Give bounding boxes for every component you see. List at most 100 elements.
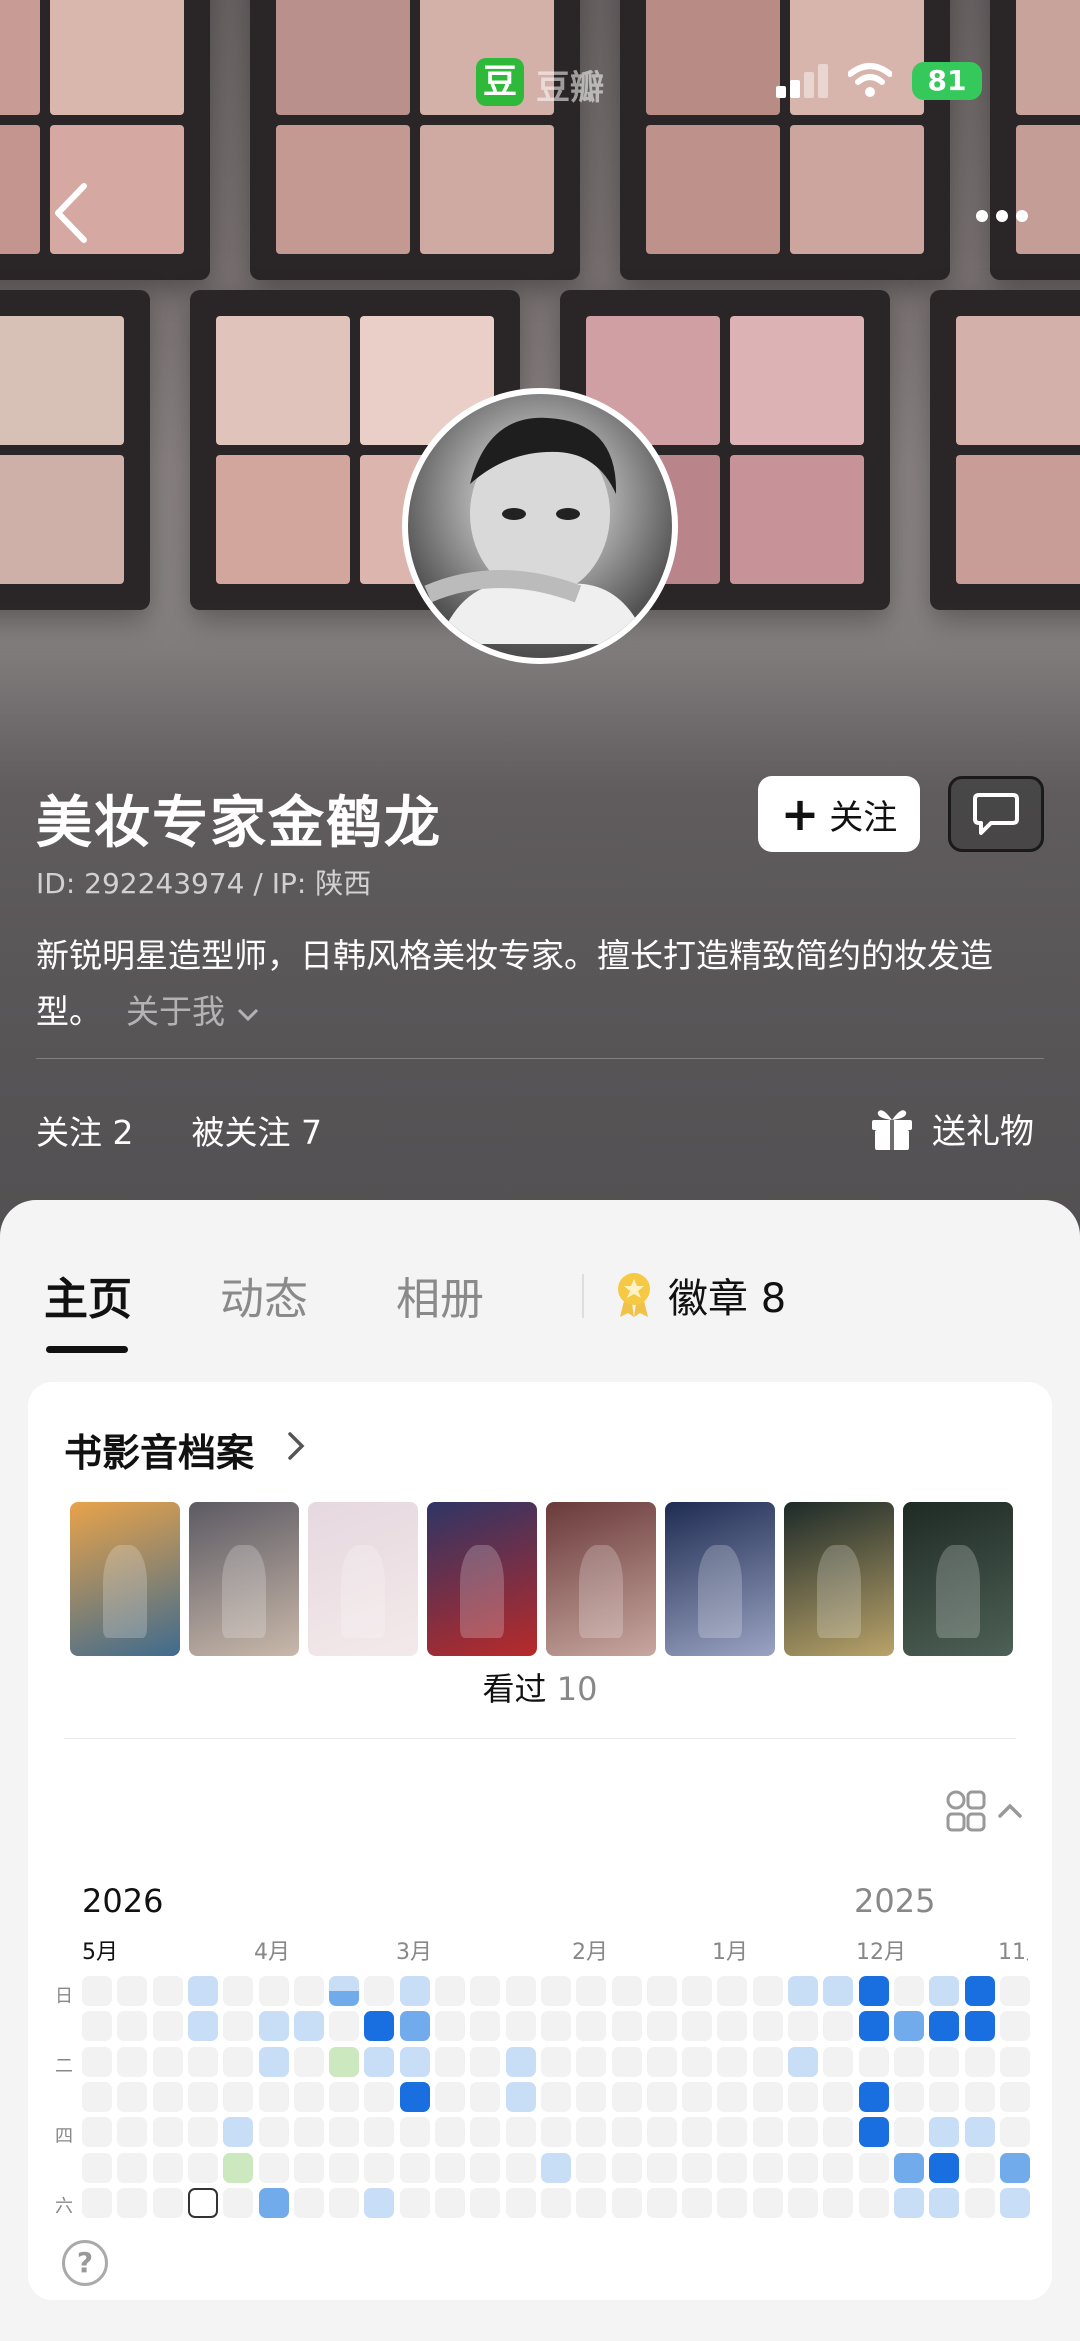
heatmap-cell[interactable] (364, 2046, 395, 2077)
archive-title[interactable]: 书影音档案 (64, 1422, 254, 1477)
heatmap-cell[interactable] (187, 1976, 218, 2006)
heatmap-cell[interactable] (893, 2187, 924, 2218)
heatmap-cell[interactable] (223, 2187, 254, 2218)
movie-poster[interactable] (665, 1502, 775, 1656)
heatmap-cell[interactable] (82, 2011, 112, 2042)
heatmap-cell[interactable] (611, 1976, 642, 2006)
heatmap-cell[interactable] (964, 2011, 995, 2042)
heatmap-cell[interactable] (329, 1976, 360, 2006)
heatmap-cell[interactable] (435, 2152, 465, 2183)
tab-badges[interactable]: 徽章 8 (614, 1266, 786, 1324)
heatmap-cell[interactable] (929, 2081, 960, 2112)
heatmap-cell[interactable] (576, 2152, 607, 2183)
heatmap-cell[interactable] (964, 1976, 995, 2006)
heatmap-cell[interactable] (258, 2011, 289, 2042)
heatmap-cell[interactable] (187, 2187, 218, 2218)
heatmap-cell[interactable] (717, 2187, 748, 2218)
heatmap-cell[interactable] (823, 2046, 854, 2077)
heatmap-cell[interactable] (399, 2011, 430, 2042)
heatmap-cell[interactable] (364, 2081, 395, 2112)
heatmap-cell[interactable] (999, 2011, 1030, 2042)
tab-home[interactable]: 主页 (44, 1263, 132, 1327)
heatmap-cell[interactable] (717, 1976, 748, 2006)
heatmap-cell[interactable] (435, 1976, 465, 2006)
heatmap-cell[interactable] (82, 2081, 112, 2112)
heatmap-cell[interactable] (576, 2011, 607, 2042)
heatmap-cell[interactable] (152, 1976, 183, 2006)
heatmap-cell[interactable] (117, 1976, 148, 2006)
heatmap-cell[interactable] (611, 2117, 642, 2148)
heatmap-cell[interactable] (682, 2187, 713, 2218)
heatmap-cell[interactable] (611, 2011, 642, 2042)
heatmap-cell[interactable] (364, 2152, 395, 2183)
heatmap-cell[interactable] (576, 2187, 607, 2218)
heatmap-cell[interactable] (223, 2046, 254, 2077)
heatmap-cell[interactable] (611, 2046, 642, 2077)
heatmap-cell[interactable] (470, 2081, 501, 2112)
heatmap-cell[interactable] (399, 2046, 430, 2077)
heatmap-cell[interactable] (999, 2187, 1030, 2218)
heatmap-cell[interactable] (929, 1976, 960, 2006)
heatmap-cell[interactable] (505, 2152, 536, 2183)
heatmap-cell[interactable] (858, 2152, 889, 2183)
heatmap-cell[interactable] (893, 2152, 924, 2183)
heatmap-cell[interactable] (646, 2011, 677, 2042)
heatmap-cell[interactable] (223, 2011, 254, 2042)
heatmap-cell[interactable] (82, 2152, 112, 2183)
heatmap-cell[interactable] (223, 2152, 254, 2183)
heatmap-cell[interactable] (752, 2187, 783, 2218)
heatmap-cell[interactable] (752, 2152, 783, 2183)
heatmap-cell[interactable] (117, 2046, 148, 2077)
heatmap-cell[interactable] (435, 2187, 465, 2218)
heatmap-cell[interactable] (999, 2152, 1030, 2183)
heatmap-cell[interactable] (788, 2187, 818, 2218)
heatmap-cell[interactable] (187, 2081, 218, 2112)
heatmap-cell[interactable] (470, 2152, 501, 2183)
movie-poster[interactable] (427, 1502, 537, 1656)
heatmap-cell[interactable] (505, 2046, 536, 2077)
heatmap-cell[interactable] (470, 2117, 501, 2148)
heatmap-cell[interactable] (540, 2046, 571, 2077)
heatmap-cell[interactable] (682, 2081, 713, 2112)
heatmap-cell[interactable] (117, 2117, 148, 2148)
heatmap-cell[interactable] (187, 2152, 218, 2183)
heatmap-cell[interactable] (788, 2046, 818, 2077)
heatmap-cell[interactable] (752, 2117, 783, 2148)
heatmap-cell[interactable] (293, 2187, 324, 2218)
heatmap-cell[interactable] (258, 2117, 289, 2148)
heatmap-cell[interactable] (858, 2011, 889, 2042)
heatmap-cell[interactable] (823, 2117, 854, 2148)
movie-poster[interactable] (784, 1502, 894, 1656)
heatmap-cell[interactable] (293, 2081, 324, 2112)
heatmap-cell[interactable] (576, 1976, 607, 2006)
movie-poster[interactable] (189, 1502, 299, 1656)
heatmap-cell[interactable] (858, 2117, 889, 2148)
heatmap-cell[interactable] (223, 2117, 254, 2148)
movie-poster[interactable] (903, 1502, 1013, 1656)
heatmap-cell[interactable] (646, 2081, 677, 2112)
heatmap-cell[interactable] (435, 2046, 465, 2077)
heatmap-cell[interactable] (858, 2081, 889, 2112)
heatmap-cell[interactable] (752, 2046, 783, 2077)
heatmap-cell[interactable] (929, 2117, 960, 2148)
heatmap-cell[interactable] (576, 2081, 607, 2112)
heatmap-cell[interactable] (717, 2117, 748, 2148)
heatmap-cell[interactable] (329, 2081, 360, 2112)
chevron-right-icon[interactable] (282, 1426, 312, 1466)
heatmap-cell[interactable] (893, 1976, 924, 2006)
heatmap-cell[interactable] (117, 2011, 148, 2042)
heatmap-cell[interactable] (646, 2117, 677, 2148)
heatmap-cell[interactable] (364, 2117, 395, 2148)
heatmap-cell[interactable] (293, 1976, 324, 2006)
heatmap-cell[interactable] (964, 2187, 995, 2218)
heatmap-cell[interactable] (470, 2187, 501, 2218)
heatmap-cell[interactable] (399, 2187, 430, 2218)
heatmap-cell[interactable] (893, 2046, 924, 2077)
heatmap-cell[interactable] (187, 2117, 218, 2148)
heatmap-cell[interactable] (540, 2117, 571, 2148)
heatmap-cell[interactable] (258, 2081, 289, 2112)
heatmap-cell[interactable] (682, 2046, 713, 2077)
following-count[interactable]: 关注 2 (36, 1106, 134, 1154)
heatmap-cell[interactable] (788, 2011, 818, 2042)
heatmap-cell[interactable] (999, 2117, 1030, 2148)
